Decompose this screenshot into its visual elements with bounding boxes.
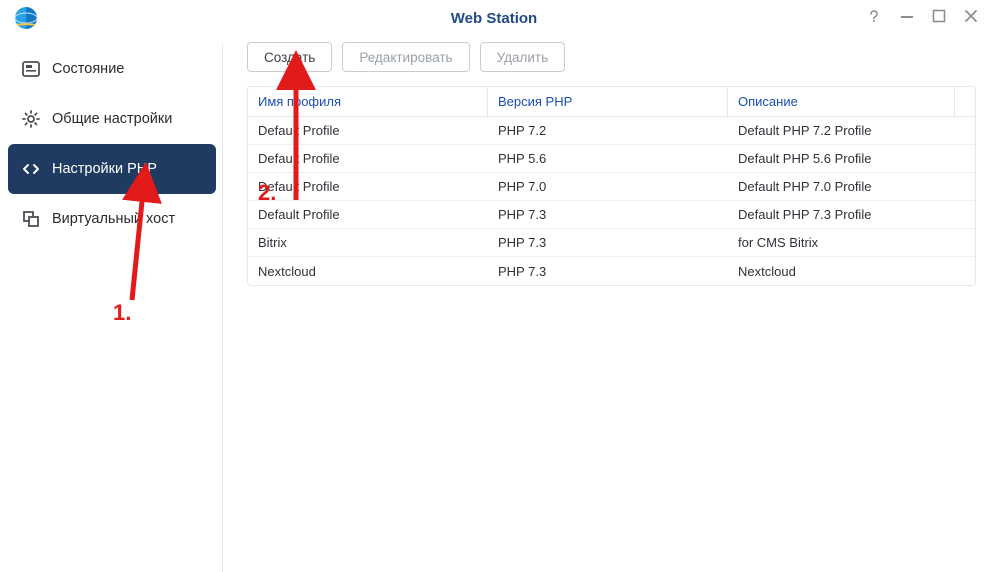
table-body: Default ProfilePHP 7.2Default PHP 7.2 Pr… xyxy=(248,117,975,285)
sidebar-item-vhost[interactable]: Виртуальный хост xyxy=(8,194,216,244)
cell-profile: Nextcloud xyxy=(248,264,488,279)
cell-profile: Default Profile xyxy=(248,207,488,222)
table-row[interactable]: Default ProfilePHP 5.6Default PHP 5.6 Pr… xyxy=(248,145,975,173)
table-row[interactable]: BitrixPHP 7.3for CMS Bitrix xyxy=(248,229,975,257)
col-version[interactable]: Версия PHP xyxy=(488,87,728,116)
window-title: Web Station xyxy=(0,10,988,27)
cell-version: PHP 7.0 xyxy=(488,179,728,194)
col-spacer xyxy=(955,87,975,116)
profiles-table: Имя профиля Версия PHP Описание Default … xyxy=(247,86,976,286)
cell-profile: Default Profile xyxy=(248,151,488,166)
window-controls xyxy=(866,0,978,36)
gear-icon xyxy=(20,108,42,130)
sidebar-item-general[interactable]: Общие настройки xyxy=(8,94,216,144)
col-description[interactable]: Описание xyxy=(728,87,955,116)
table-row[interactable]: Default ProfilePHP 7.2Default PHP 7.2 Pr… xyxy=(248,117,975,145)
table-row[interactable]: Default ProfilePHP 7.0Default PHP 7.0 Pr… xyxy=(248,173,975,201)
cell-version: PHP 5.6 xyxy=(488,151,728,166)
code-icon xyxy=(20,158,42,180)
sidebar-item-label: Общие настройки xyxy=(52,111,172,127)
cell-description: Default PHP 5.6 Profile xyxy=(728,151,955,166)
cell-description: Default PHP 7.3 Profile xyxy=(728,207,955,222)
cell-description: Default PHP 7.2 Profile xyxy=(728,123,955,138)
create-button[interactable]: Создать xyxy=(247,42,332,72)
sidebar-item-status[interactable]: Состояние xyxy=(8,44,216,94)
content: Создать Редактировать Удалить Имя профил… xyxy=(223,36,988,572)
cell-version: PHP 7.3 xyxy=(488,264,728,279)
col-profile[interactable]: Имя профиля xyxy=(248,87,488,116)
cell-profile: Bitrix xyxy=(248,235,488,250)
cell-description: Nextcloud xyxy=(728,264,955,279)
cell-version: PHP 7.3 xyxy=(488,207,728,222)
cell-profile: Default Profile xyxy=(248,123,488,138)
maximize-icon[interactable] xyxy=(932,9,946,28)
layers-icon xyxy=(20,208,42,230)
sidebar-item-label: Виртуальный хост xyxy=(52,211,175,227)
toolbar: Создать Редактировать Удалить xyxy=(247,36,976,86)
cell-profile: Default Profile xyxy=(248,179,488,194)
sidebar-item-label: Настройки PHP xyxy=(52,161,157,177)
table-row[interactable]: Default ProfilePHP 7.3Default PHP 7.3 Pr… xyxy=(248,201,975,229)
cell-version: PHP 7.2 xyxy=(488,123,728,138)
sidebar-item-php[interactable]: Настройки PHP xyxy=(8,144,216,194)
status-icon xyxy=(20,58,42,80)
minimize-icon[interactable] xyxy=(900,9,914,28)
edit-button[interactable]: Редактировать xyxy=(342,42,469,72)
close-icon[interactable] xyxy=(964,9,978,28)
help-icon[interactable] xyxy=(866,8,882,29)
delete-button[interactable]: Удалить xyxy=(480,42,566,72)
cell-version: PHP 7.3 xyxy=(488,235,728,250)
sidebar: Состояние Общие настройки Настройки PHP … xyxy=(0,36,222,572)
table-header: Имя профиля Версия PHP Описание xyxy=(248,87,975,117)
cell-description: for CMS Bitrix xyxy=(728,235,955,250)
titlebar: Web Station xyxy=(0,0,988,36)
sidebar-item-label: Состояние xyxy=(52,61,124,77)
cell-description: Default PHP 7.0 Profile xyxy=(728,179,955,194)
table-row[interactable]: NextcloudPHP 7.3Nextcloud xyxy=(248,257,975,285)
